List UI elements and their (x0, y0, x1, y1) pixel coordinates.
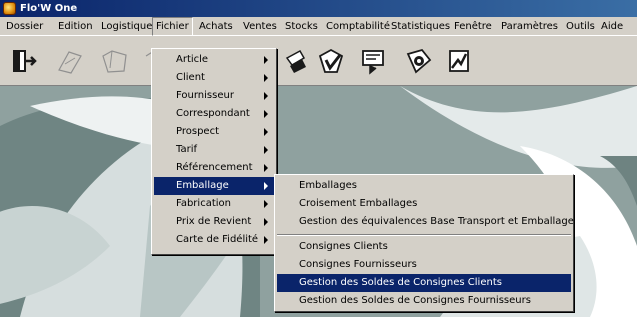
submenu-arrow-icon (264, 218, 268, 226)
submenu-arrow-icon (264, 200, 268, 208)
menu-comptabilite[interactable]: Comptabilité (323, 17, 393, 36)
submenu-item-emballages[interactable]: Emballages (277, 177, 571, 195)
submenu-arrow-icon (264, 110, 268, 118)
menu-item-prix-de-revient[interactable]: Prix de Revient (154, 213, 274, 231)
article-icon[interactable] (55, 46, 85, 76)
menu-item-label: Fournisseur (176, 90, 234, 101)
submenu-arrow-icon (264, 182, 268, 190)
submenu-item-croisement-emballages[interactable]: Croisement Emballages (277, 195, 571, 213)
app-flower-icon (3, 2, 16, 15)
emballage-submenu: Emballages Croisement Emballages Gestion… (274, 174, 574, 312)
menu-item-label: Gestion des Soldes de Consignes Clients (299, 277, 502, 288)
menu-item-label: Référencement (176, 162, 253, 173)
submenu-item-consignes-clients[interactable]: Consignes Clients (277, 238, 571, 256)
menu-ventes[interactable]: Ventes (240, 17, 280, 36)
menu-aide[interactable]: Aide (598, 17, 626, 36)
submenu-item-soldes-consignes-fournisseurs[interactable]: Gestion des Soldes de Consignes Fourniss… (277, 292, 571, 310)
menu-parametres[interactable]: Paramètres (498, 17, 561, 36)
statistics-icon[interactable] (358, 46, 388, 76)
menu-item-label: Emballage (176, 180, 229, 191)
menu-logistique[interactable]: Logistique (98, 17, 155, 36)
menu-item-client[interactable]: Client (154, 69, 274, 87)
submenu-item-consignes-fournisseurs[interactable]: Consignes Fournisseurs (277, 256, 571, 274)
submenu-arrow-icon (264, 164, 268, 172)
menu-item-tarif[interactable]: Tarif (154, 141, 274, 159)
application-window: Flo'W One Dossier Edition Logistique Fic… (0, 0, 637, 317)
menu-achats[interactable]: Achats (196, 17, 236, 36)
menu-item-fabrication[interactable]: Fabrication (154, 195, 274, 213)
payment-icon[interactable] (404, 46, 434, 76)
menu-item-label: Prix de Revient (176, 216, 252, 227)
menu-item-label: Correspondant (176, 108, 250, 119)
menu-item-label: Croisement Emballages (299, 198, 418, 209)
submenu-arrow-icon (264, 128, 268, 136)
submenu-item-equivalences-transport[interactable]: Gestion des équivalences Base Transport … (277, 213, 574, 231)
document-icon[interactable] (284, 46, 314, 76)
menu-fenetre[interactable]: Fenêtre (451, 17, 495, 36)
submenu-arrow-icon (264, 92, 268, 100)
menu-item-fournisseur[interactable]: Fournisseur (154, 87, 274, 105)
menu-item-label: Carte de Fidélité (176, 234, 259, 245)
client-icon[interactable] (100, 46, 130, 76)
submenu-arrow-icon (264, 146, 268, 154)
submenu-arrow-icon (264, 236, 268, 244)
exit-door-icon[interactable] (8, 46, 38, 76)
menu-bar: Dossier Edition Logistique Fichier Achat… (0, 17, 637, 36)
menu-statistiques[interactable]: Statistiques (388, 17, 453, 36)
menu-item-label: Gestion des équivalences Base Transport … (299, 216, 574, 227)
menu-item-correspondant[interactable]: Correspondant (154, 105, 274, 123)
menu-item-label: Gestion des Soldes de Consignes Fourniss… (299, 295, 531, 306)
report-icon[interactable] (444, 46, 474, 76)
window-title: Flo'W One (20, 3, 78, 14)
menu-item-label: Consignes Clients (299, 241, 388, 252)
toolbar (0, 36, 637, 86)
stock-icon[interactable] (316, 46, 346, 76)
menu-item-carte-de-fidelite[interactable]: Carte de Fidélité (154, 231, 274, 249)
menu-item-label: Fabrication (176, 198, 231, 209)
submenu-arrow-icon (264, 74, 268, 82)
menu-item-label: Tarif (176, 144, 197, 155)
title-bar[interactable]: Flo'W One (0, 0, 637, 17)
menu-item-prospect[interactable]: Prospect (154, 123, 274, 141)
menu-item-article[interactable]: Article (154, 51, 274, 69)
submenu-item-soldes-consignes-clients[interactable]: Gestion des Soldes de Consignes Clients (277, 274, 571, 292)
menu-item-label: Consignes Fournisseurs (299, 259, 417, 270)
menu-item-label: Client (176, 72, 205, 83)
menu-dossier[interactable]: Dossier (3, 17, 46, 36)
menu-separator (277, 234, 571, 236)
fichier-menu: Article Client Fournisseur Correspondant… (151, 48, 277, 255)
submenu-arrow-icon (264, 56, 268, 64)
menu-outils[interactable]: Outils (563, 17, 598, 36)
menu-item-label: Emballages (299, 180, 357, 191)
menu-item-label: Prospect (176, 126, 219, 137)
menu-edition[interactable]: Edition (55, 17, 96, 36)
menu-stocks[interactable]: Stocks (282, 17, 321, 36)
menu-item-emballage[interactable]: Emballage (154, 177, 274, 195)
menu-item-referencement[interactable]: Référencement (154, 159, 274, 177)
menu-fichier[interactable]: Fichier (152, 17, 193, 36)
menu-item-label: Article (176, 54, 209, 65)
